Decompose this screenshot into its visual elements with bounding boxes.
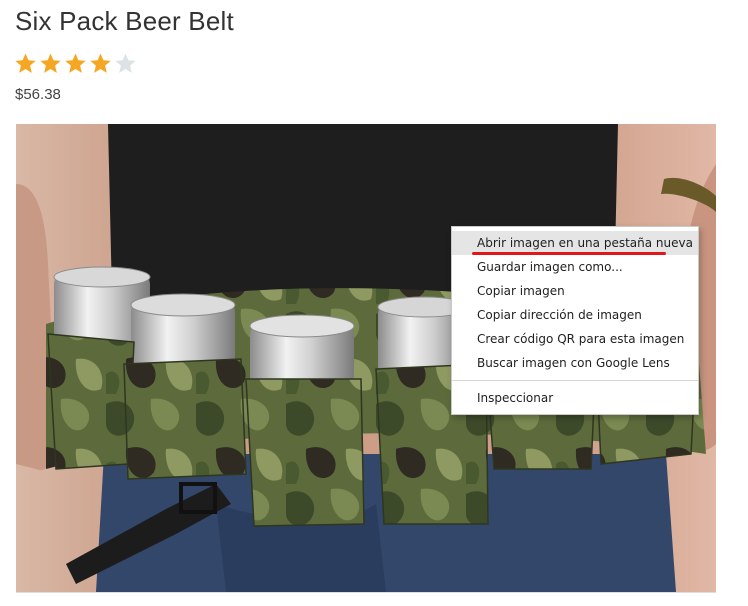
menu-item-create-qr-code[interactable]: Crear código QR para esta imagen (452, 327, 698, 351)
menu-item-copy-image-address[interactable]: Copiar dirección de imagen (452, 303, 698, 327)
context-menu: Abrir imagen en una pestaña nueva Guarda… (451, 226, 699, 415)
star-icon-3 (65, 53, 86, 73)
star-icon-5-empty (115, 53, 136, 73)
menu-item-google-lens[interactable]: Buscar imagen con Google Lens (452, 351, 698, 375)
product-title: Six Pack Beer Belt (15, 6, 234, 36)
menu-separator (452, 380, 698, 381)
menu-item-save-image-as[interactable]: Guardar imagen como... (452, 255, 698, 279)
star-icon-2 (40, 53, 61, 73)
star-icon-4 (90, 53, 111, 73)
red-highlight-underline (472, 252, 666, 255)
product-price: $56.38 (15, 86, 61, 103)
rating-stars (14, 52, 137, 75)
menu-item-inspect[interactable]: Inspeccionar (452, 386, 698, 410)
menu-item-copy-image[interactable]: Copiar imagen (452, 279, 698, 303)
star-icon-1 (15, 53, 36, 73)
